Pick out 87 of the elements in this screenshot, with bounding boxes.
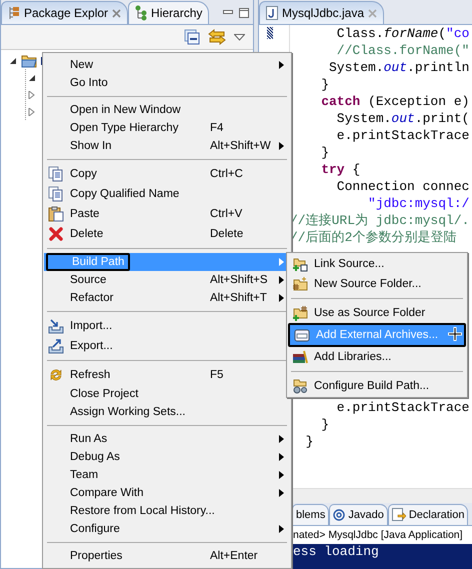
delete-icon [48,226,64,242]
collapsed-arrow-icon[interactable] [28,108,36,116]
menu-item[interactable]: Open in New Window [44,101,290,119]
shortcut-label: Alt+Enter [210,550,258,562]
code-line: Connection connec [336,178,470,195]
source-folder-icon [292,276,308,292]
view-menu-icon[interactable] [234,34,245,40]
java-file-icon [266,6,278,20]
export-icon [48,338,64,354]
menu-item[interactable]: Go Into [44,74,290,92]
menu-item[interactable]: Configure Build Path... [288,376,466,396]
project-folder-icon [21,54,37,68]
maximize-icon[interactable] [239,8,249,18]
code-line: //Class.forName(" [336,42,470,59]
view-tab[interactable]: Package Explor [1,1,128,24]
menu-item[interactable]: Copy Qualified Name [44,184,290,204]
crosshair-cursor-icon [448,327,462,341]
menu-item[interactable]: Assign Working Sets... [44,403,290,421]
menu-item[interactable]: Close Project [44,385,290,403]
copy-icon [48,166,64,182]
folder-link-icon [292,256,308,272]
menu-item[interactable]: Export... [44,336,290,356]
declaration-icon [392,508,406,522]
shortcut-label: Alt+Shift+S [210,274,268,286]
console-output: ess loading [292,544,472,569]
import-icon [48,318,64,334]
menu-item[interactable]: Restore from Local History... [44,502,290,520]
code-line: e.printStackTrace [336,399,470,416]
folder-add-icon [292,305,308,321]
code-line: } [320,144,330,161]
menu-item[interactable]: Delete Delete [44,224,290,244]
menu-item[interactable]: Add Libraries... [288,347,466,367]
menu-item[interactable]: Open Type Hierarchy F4 [44,119,290,137]
panel-tab[interactable]: Declaration [388,504,468,525]
code-line: } [320,76,330,93]
menu-item[interactable]: Paste Ctrl+V [44,204,290,224]
menu-item[interactable]: Show In Alt+Shift+W [44,137,290,155]
menu-item[interactable]: New [44,56,290,74]
menu-item[interactable]: Compare With [44,484,290,502]
menu-item[interactable]: Properties Alt+Enter [44,547,290,565]
menu-item[interactable]: Import... [44,316,290,336]
menu-item[interactable]: Refresh F5 [44,365,290,385]
editor-tab[interactable]: MysqlJdbc.java [259,1,384,24]
link-arrows-icon[interactable] [208,29,226,45]
horizontal-scrollbar[interactable] [290,488,472,503]
menu-item[interactable]: New Source Folder... [288,274,466,294]
shortcut-label: Ctrl+V [210,208,242,220]
code-line: Class.forName("co [336,25,470,42]
code-line: } [304,433,314,450]
console-header: nated> MysqlJdbc [Java Application] [293,529,463,541]
expanded-arrow-icon[interactable] [9,56,17,64]
shortcut-label: Delete [210,228,244,240]
menu-item[interactable]: Debug As [44,448,290,466]
menu-item[interactable]: Copy Ctrl+C [44,164,290,184]
shortcut-label: Ctrl+C [210,168,243,180]
hierarchy-icon [135,5,148,21]
code-line: e.printStackTrace [336,127,470,144]
menu-item[interactable]: Team [44,466,290,484]
panel-tab[interactable]: Javado [329,504,388,525]
code-line: try { [320,161,360,178]
expanded-arrow-icon[interactable] [28,74,36,82]
package-explorer-icon [8,6,20,20]
view-tab[interactable]: Hierarchy [128,1,210,24]
overview-marker [267,27,273,39]
menu-item[interactable]: Configure [44,520,290,538]
books-icon [292,349,308,365]
shortcut-label: Alt+Shift+W [210,140,271,152]
menu-item[interactable]: Use as Source Folder [288,303,466,323]
close-icon[interactable] [112,8,122,18]
collapsed-arrow-icon[interactable] [28,90,36,98]
panel-tab[interactable]: blems [292,504,330,525]
collapse-all-icon[interactable] [184,29,200,45]
code-line: } [320,416,330,433]
code-line: "jdbc:mysql:/ [367,195,470,212]
menu-item[interactable]: Run As [44,430,290,448]
menu-item[interactable]: Source Alt+Shift+S [44,271,290,289]
shortcut-label: Alt+Shift+T [210,292,267,304]
code-line: System.out.print( [336,110,470,127]
shortcut-label: F4 [210,122,224,134]
menu-item[interactable]: Refactor Alt+Shift+T [44,289,290,307]
code-line: System.out.println [328,59,470,76]
refresh-icon [48,367,64,383]
shortcut-label: F5 [210,369,224,381]
code-line: catch (Exception e) [320,93,470,110]
copy-icon [48,186,64,202]
clipboard-icon [48,206,64,222]
menu-item[interactable]: Link Source... [288,254,466,274]
